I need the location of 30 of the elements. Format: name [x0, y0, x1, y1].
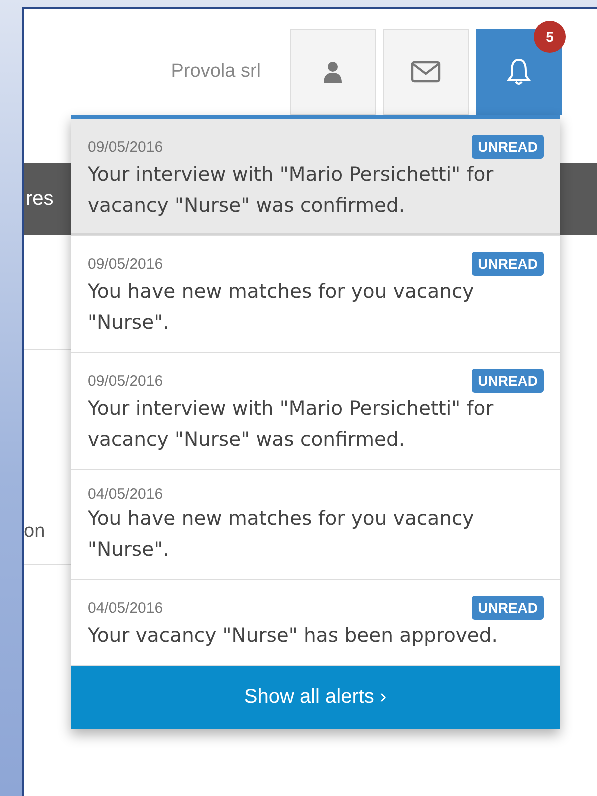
alert-date: 09/05/2016 — [88, 138, 164, 156]
notification-count: 5 — [534, 21, 566, 53]
alert-item[interactable]: 04/05/2016 You have new matches for you vacancy "Nurse". — [71, 470, 560, 580]
alert-message: Your vacancy "Nurse" has been approved. — [88, 623, 499, 649]
bell-icon — [507, 58, 531, 86]
unread-badge: UNREAD — [472, 252, 544, 276]
nav-text: res — [26, 188, 54, 210]
alert-item[interactable]: 09/05/2016 UNREAD Your interview with "Mario Persichetti" for vacancy "Nurse" was confirmed. — [71, 119, 560, 236]
alert-date: 04/05/2016 — [88, 486, 164, 503]
row-text: on — [24, 521, 46, 543]
alert-message: You have new matches for you vacancy "Nurse". — [88, 279, 476, 336]
alert-message: Your interview with "Mario Persichetti" for vacancy "Nurse" was confirmed. — [88, 396, 495, 453]
unread-badge: UNREAD — [472, 135, 544, 159]
user-button[interactable] — [290, 29, 376, 115]
alert-message: You have new matches for you vacancy "Nurse". — [88, 506, 476, 563]
unread-badge: UNREAD — [472, 596, 544, 620]
alert-message: Your interview with "Mario Persichetti" for vacancy "Nurse" was confirmed. — [88, 162, 495, 219]
company-name: Provola srl — [171, 61, 261, 83]
show-all-alerts-button[interactable]: Show all alerts › — [71, 666, 560, 729]
user-icon — [323, 61, 343, 83]
alert-date: 04/05/2016 — [88, 600, 164, 616]
mail-icon — [411, 61, 441, 83]
alert-date: 09/05/2016 — [88, 372, 164, 390]
alert-item[interactable]: 04/05/2016 UNREAD Your vacancy "Nurse" has been approved. — [71, 580, 560, 666]
alert-date: 09/05/2016 — [88, 256, 164, 272]
bell-button[interactable] — [476, 29, 562, 115]
mail-button[interactable] — [383, 29, 469, 115]
unread-badge: UNREAD — [472, 369, 544, 393]
alert-item[interactable]: 09/05/2016 UNREAD You have new matches for you vacancy "Nurse". — [71, 236, 560, 353]
alert-item[interactable]: 09/05/2016 UNREAD Your interview with "Mario Persichetti" for vacancy "Nurse" was confirmed. — [71, 353, 560, 470]
